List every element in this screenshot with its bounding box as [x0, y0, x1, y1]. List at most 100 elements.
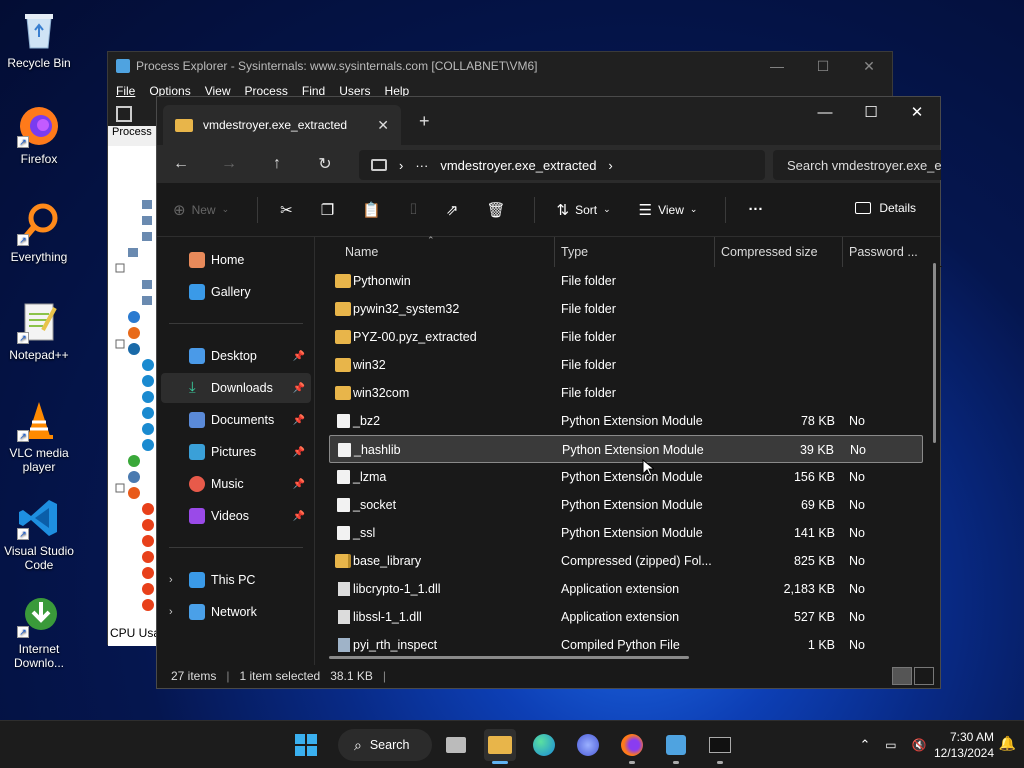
view-button[interactable]: ☰ View ⌄: [639, 201, 698, 219]
nav-item-network[interactable]: › Network: [161, 597, 311, 627]
nav-item-desktop[interactable]: Desktop 📌: [161, 341, 311, 371]
share-button[interactable]: ⇗: [446, 201, 459, 219]
cut-button[interactable]: ✂: [280, 201, 293, 219]
file-explorer-window[interactable]: vmdestroyer.exe_extracted ✕ + — ☐ ✕ ← → …: [156, 96, 942, 689]
pin-icon[interactable]: 📌: [293, 415, 305, 426]
desktop-icon-everything[interactable]: ↗ Everything: [0, 202, 78, 264]
pin-icon[interactable]: 📌: [293, 511, 305, 522]
up-arrow-icon[interactable]: ↑: [253, 155, 301, 173]
column-header-type[interactable]: Type: [555, 237, 715, 267]
column-header-compressed-size[interactable]: Compressed size: [715, 237, 843, 267]
task-view-button[interactable]: [440, 729, 472, 761]
details-pane-button[interactable]: Details: [855, 201, 916, 215]
taskbar-firefox[interactable]: [616, 729, 648, 764]
pin-icon[interactable]: 📌: [293, 479, 305, 490]
breadcrumb[interactable]: › ··· vmdestroyer.exe_extracted ›: [359, 150, 765, 180]
breadcrumb-current-folder[interactable]: vmdestroyer.exe_extracted: [440, 158, 596, 173]
column-header-name[interactable]: Name ⌃: [339, 235, 555, 267]
display-icon[interactable]: ▭: [878, 738, 904, 752]
new-tab-button[interactable]: +: [419, 111, 430, 132]
nav-item-home[interactable]: Home: [161, 245, 311, 275]
volume-muted-icon[interactable]: 🔇: [904, 738, 934, 752]
procexp-maximize-button[interactable]: ☐: [800, 58, 846, 75]
column-header-password[interactable]: Password ...: [843, 237, 923, 267]
file-row[interactable]: Pythonwin File folder: [329, 267, 923, 295]
delete-button[interactable]: 🗑: [486, 201, 505, 219]
breadcrumb-chevron-icon[interactable]: ›: [399, 158, 403, 173]
vertical-scrollbar[interactable]: [933, 263, 936, 443]
taskbar-file-explorer[interactable]: [484, 729, 516, 764]
taskbar-app[interactable]: [572, 729, 604, 761]
back-arrow-icon[interactable]: ←: [157, 155, 205, 173]
close-button[interactable]: ✕: [894, 97, 940, 127]
search-input[interactable]: Search vmdestroyer.exe_e: [773, 150, 941, 180]
file-row[interactable]: win32com File folder: [329, 379, 923, 407]
nav-item-gallery[interactable]: Gallery: [161, 277, 311, 307]
nav-item-pictures[interactable]: Pictures 📌: [161, 437, 311, 467]
copy-button[interactable]: ❐: [321, 201, 334, 219]
desktop-icon-recycle-bin[interactable]: Recycle Bin: [0, 8, 78, 70]
desktop-icon-notepadpp[interactable]: ↗ Notepad++: [0, 300, 78, 362]
minimize-button[interactable]: —: [802, 97, 848, 127]
nav-item-music[interactable]: Music 📌: [161, 469, 311, 499]
taskbar-process-explorer[interactable]: [660, 729, 692, 764]
procexp-minimize-button[interactable]: —: [754, 58, 800, 75]
start-button[interactable]: [290, 729, 322, 761]
nav-item-documents[interactable]: Documents 📌: [161, 405, 311, 435]
file-row[interactable]: _ssl Python Extension Module 141 KB No: [329, 519, 923, 547]
pin-icon[interactable]: 📌: [293, 383, 305, 394]
tab-close-icon[interactable]: ✕: [377, 117, 389, 134]
paste-button[interactable]: 📋: [362, 201, 381, 219]
file-row[interactable]: pywin32_system32 File folder: [329, 295, 923, 323]
navigation-pane[interactable]: Home Gallery Desktop 📌 ⤓ Downloads 📌 Docume…: [157, 237, 315, 665]
file-row[interactable]: libcrypto-1_1.dll Application extension 2,…: [329, 575, 923, 603]
more-options-button[interactable]: ···: [748, 201, 763, 218]
file-list[interactable]: Name ⌃ Type Compressed size Password ... …: [315, 235, 942, 665]
file-row[interactable]: _bz2 Python Extension Module 78 KB No: [329, 407, 923, 435]
explorer-tab[interactable]: vmdestroyer.exe_extracted ✕: [163, 105, 401, 145]
tiles-view-button[interactable]: [914, 667, 934, 685]
desktop-icon-firefox[interactable]: ↗ Firefox: [0, 104, 78, 166]
file-row[interactable]: PYZ-00.pyz_extracted File folder: [329, 323, 923, 351]
file-row[interactable]: _lzma Python Extension Module 156 KB No: [329, 463, 923, 491]
nav-item-downloads[interactable]: ⤓ Downloads 📌: [161, 373, 311, 403]
procexp-menu-file[interactable]: File: [116, 84, 135, 98]
procexp-process-tree[interactable]: [108, 146, 158, 646]
file-row[interactable]: _socket Python Extension Module 69 KB No: [329, 491, 923, 519]
file-row[interactable]: win32 File folder: [329, 351, 923, 379]
procexp-titlebar[interactable]: Process Explorer - Sysinternals: www.sys…: [108, 52, 892, 80]
nav-item-this-pc[interactable]: › This PC: [161, 565, 311, 595]
breadcrumb-chevron-icon[interactable]: ›: [608, 158, 612, 173]
chevron-right-icon[interactable]: ›: [169, 606, 173, 618]
forward-arrow-icon[interactable]: →: [205, 155, 253, 173]
sort-button[interactable]: ⇅ Sort ⌄: [557, 201, 611, 219]
pin-icon[interactable]: 📌: [293, 447, 305, 458]
horizontal-scrollbar[interactable]: [329, 656, 689, 659]
clock[interactable]: 7:30 AM 12/13/2024: [934, 729, 994, 761]
show-hidden-icons-chevron-icon[interactable]: ⌃: [852, 737, 878, 753]
breadcrumb-overflow[interactable]: ···: [415, 158, 428, 173]
file-row[interactable]: pyi_rth_inspect Compiled Python File 1 KB N…: [329, 631, 923, 659]
taskbar-edge[interactable]: [528, 729, 560, 761]
details-view-button[interactable]: [892, 667, 912, 685]
save-icon[interactable]: [116, 106, 132, 122]
procexp-close-button[interactable]: ✕: [846, 58, 892, 75]
new-button[interactable]: ⊕ New ⌄: [173, 201, 229, 219]
desktop-icon-label: Internet Downlo...: [13, 642, 65, 670]
refresh-icon[interactable]: ↻: [301, 154, 349, 174]
file-row[interactable]: base_library Compressed (zipped) Fol... 82…: [329, 547, 923, 575]
taskbar-search[interactable]: ⌕ Search: [338, 729, 432, 761]
maximize-button[interactable]: ☐: [848, 97, 894, 127]
pyd-file-icon: [337, 498, 350, 512]
desktop-icon-vlc[interactable]: ↗ VLC media player: [0, 398, 78, 474]
nav-item-videos[interactable]: Videos 📌: [161, 501, 311, 531]
desktop-icon-idm[interactable]: ↗ Internet Downlo...: [0, 594, 78, 670]
chevron-right-icon[interactable]: ›: [169, 574, 173, 586]
taskbar-terminal[interactable]: [704, 729, 736, 764]
notification-bell-icon[interactable]: 🔔: [999, 735, 1016, 752]
file-row[interactable]: _hashlib Python Extension Module 39 KB No: [329, 435, 923, 463]
file-row[interactable]: libssl-1_1.dll Application extension 527 K…: [329, 603, 923, 631]
pin-icon[interactable]: 📌: [293, 351, 305, 362]
desktop-icon-vscode[interactable]: ↗ Visual Studio Code: [0, 496, 78, 572]
rename-button[interactable]: ⌷: [409, 201, 418, 218]
